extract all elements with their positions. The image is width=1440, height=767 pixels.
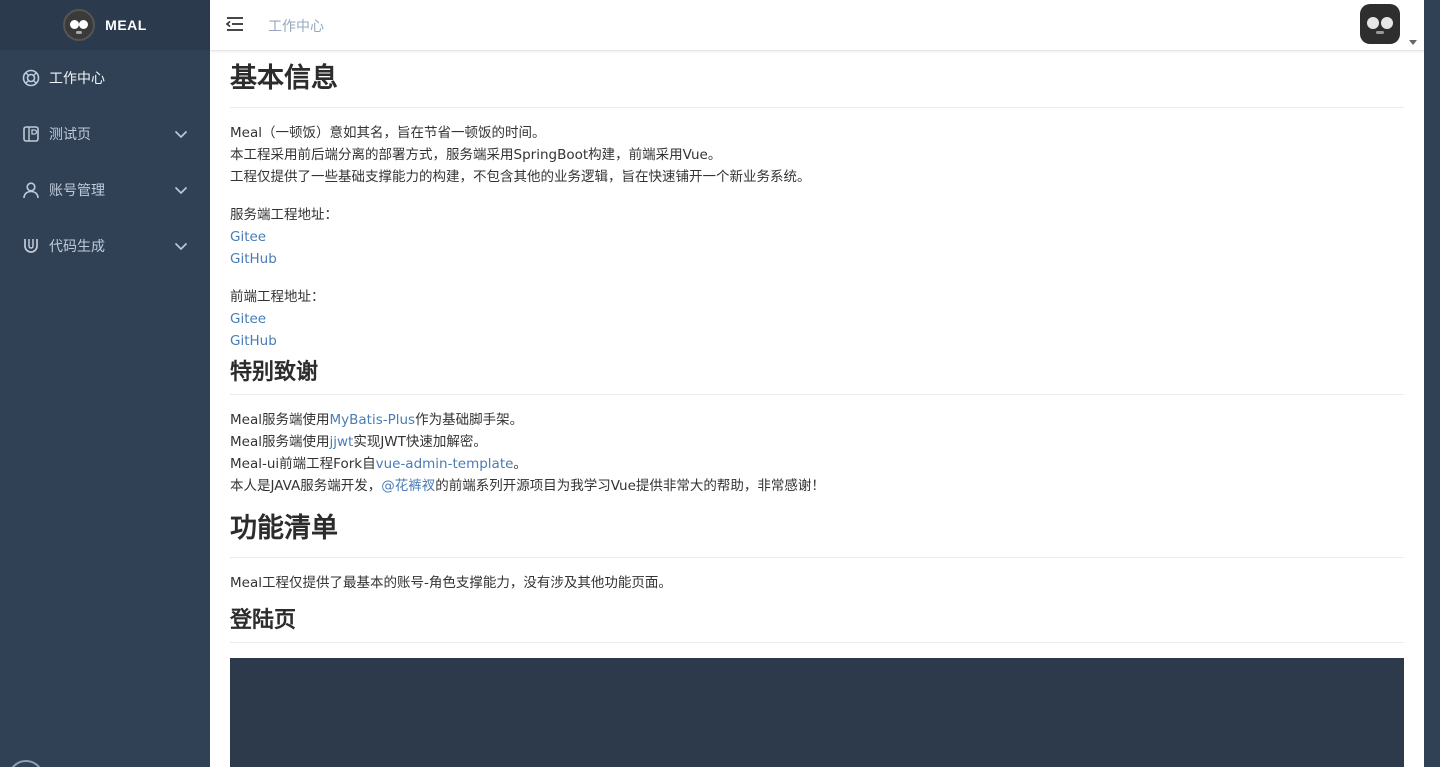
- avatar[interactable]: [1360, 4, 1400, 44]
- magnet-icon: [22, 237, 40, 255]
- sidebar-item-account[interactable]: 账号管理: [0, 162, 210, 218]
- vue-admin-template-link[interactable]: vue-admin-template: [376, 456, 514, 472]
- logo-icon: [63, 9, 96, 41]
- section-title-login: 登陆页: [230, 600, 1404, 643]
- logo-title: MEAL: [105, 17, 147, 33]
- sidebar-item-label: 代码生成: [49, 239, 105, 255]
- jjwt-link[interactable]: jjwt: [329, 434, 353, 450]
- section-title-thanks: 特别致谢: [230, 352, 1404, 395]
- user-avatar-dropdown[interactable]: [1360, 4, 1418, 45]
- thanks-line-4-suffix: 的前端系列开源项目为我学习Vue提供非常大的帮助，非常感谢！: [435, 478, 825, 494]
- chevron-down-icon: [174, 127, 188, 141]
- sidebar-item-test-page[interactable]: 测试页: [0, 106, 210, 162]
- thanks-line-1-suffix: 作为基础脚手架。: [415, 412, 524, 428]
- server-gitee-link[interactable]: Gitee: [230, 229, 266, 245]
- intro-line-1: Meal（一顿饭）意如其名，旨在节省一顿饭的时间。: [230, 125, 546, 141]
- test-page-icon: [22, 125, 40, 143]
- thanks-line-2-text: Meal服务端使用: [230, 434, 330, 450]
- dashboard-icon: [22, 69, 40, 87]
- frontend-gitee-link[interactable]: Gitee: [230, 311, 266, 327]
- frontend-github-link[interactable]: GitHub: [230, 333, 277, 349]
- thanks-line-4-text: 本人是JAVA服务端开发，: [230, 478, 382, 494]
- sidebar-item-label: 账号管理: [49, 183, 105, 199]
- sidebar-item-dashboard[interactable]: 工作中心: [0, 50, 210, 106]
- features-paragraph: Meal工程仅提供了最基本的账号-角色支撑能力，没有涉及其他功能页面。: [230, 575, 672, 591]
- thanks-line-3-text: Meal-ui前端工程Fork自: [230, 456, 376, 472]
- author-link[interactable]: @花裤衩: [381, 478, 435, 494]
- frontend-repo-paragraph: 前端工程地址： Gitee GitHub: [230, 286, 1404, 352]
- thanks-paragraph: Meal服务端使用MyBatis-Plus作为基础脚手架。 Meal服务端使用j…: [230, 409, 1404, 497]
- breadcrumb: 工作中心: [268, 19, 324, 35]
- frontend-repo-label: 前端工程地址：: [230, 289, 325, 305]
- server-github-link[interactable]: GitHub: [230, 251, 277, 267]
- section-title-features: 功能清单: [230, 501, 1404, 558]
- hamburger-icon[interactable]: [225, 15, 244, 33]
- thanks-line-2-suffix: 实现JWT快速加解密。: [353, 434, 487, 450]
- section-title-basic-info: 基本信息: [230, 51, 1404, 108]
- sidebar-menu: 工作中心 测试页 账号管理 代码生成: [0, 50, 210, 274]
- sidebar: MEAL 工作中心 测试页 账号管理 代码生成: [0, 0, 210, 767]
- sidebar-item-label: 测试页: [49, 127, 91, 143]
- main-content: 基本信息 Meal（一顿饭）意如其名，旨在节省一顿饭的时间。 本工程采用前后端分…: [230, 51, 1404, 767]
- sidebar-bottom-circle-icon: [8, 760, 44, 767]
- sidebar-item-codegen[interactable]: 代码生成: [0, 218, 210, 274]
- chevron-down-icon: [174, 183, 188, 197]
- intro-line-3: 工程仅提供了一些基础支撑能力的构建，不包含其他的业务逻辑，旨在快速铺开一个新业务…: [230, 169, 811, 185]
- thanks-line-1-text: Meal服务端使用: [230, 412, 330, 428]
- server-repo-label: 服务端工程地址：: [230, 207, 338, 223]
- server-repo-paragraph: 服务端工程地址： Gitee GitHub: [230, 204, 1404, 270]
- sidebar-item-label: 工作中心: [49, 71, 105, 87]
- user-icon: [22, 181, 40, 199]
- chevron-down-icon: [174, 239, 188, 253]
- thanks-line-3-suffix: 。: [513, 456, 527, 472]
- intro-line-2: 本工程采用前后端分离的部署方式，服务端采用SpringBoot构建，前端采用Vu…: [230, 147, 722, 163]
- caret-down-icon[interactable]: [1408, 32, 1418, 45]
- navbar: 工作中心: [210, 0, 1440, 51]
- mybatis-plus-link[interactable]: MyBatis-Plus: [329, 412, 415, 428]
- right-edge-strip: [1424, 0, 1440, 767]
- sidebar-logo[interactable]: MEAL: [0, 0, 210, 50]
- intro-paragraph: Meal（一顿饭）意如其名，旨在节省一顿饭的时间。 本工程采用前后端分离的部署方…: [230, 122, 1404, 188]
- login-page-screenshot: [230, 658, 1404, 767]
